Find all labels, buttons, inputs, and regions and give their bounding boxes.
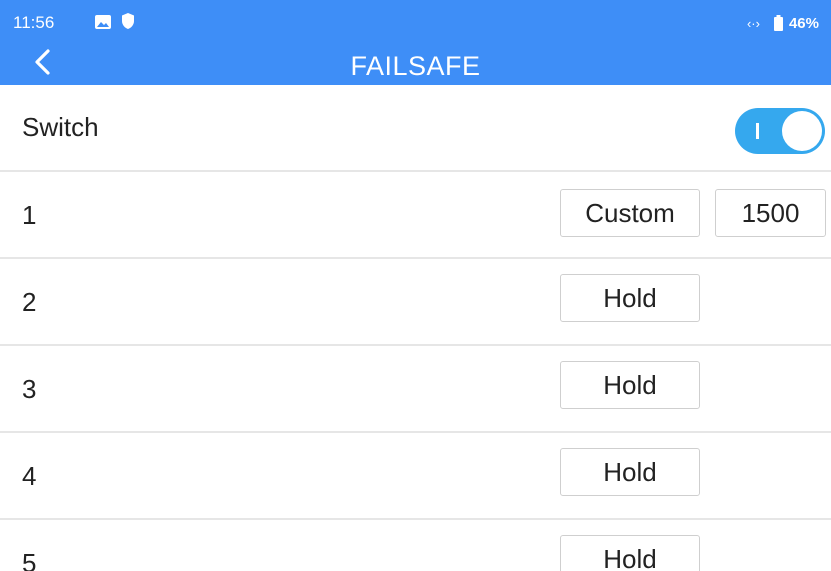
battery-percentage: 46% xyxy=(788,14,819,32)
channel-mode-button[interactable]: Hold xyxy=(560,361,700,409)
channel-row: 1 Custom 1500 xyxy=(0,172,831,259)
channel-mode-button[interactable]: Custom xyxy=(560,189,700,237)
channel-value-field[interactable]: 1500 xyxy=(715,189,826,237)
channel-label: 1 xyxy=(22,200,37,230)
channel-row: 5 Hold xyxy=(0,520,831,571)
status-time: 11:56 xyxy=(13,13,55,32)
channel-mode-button[interactable]: Hold xyxy=(560,535,700,571)
channel-mode-button[interactable]: Hold xyxy=(560,274,700,322)
channel-mode-button[interactable]: Hold xyxy=(560,448,700,496)
toggle-knob xyxy=(782,111,822,151)
channel-label: 4 xyxy=(22,461,37,491)
top-app-bar: 11:56 ‹·› 46% FAILSAFE xyxy=(0,0,831,85)
shield-icon xyxy=(122,13,134,29)
switch-row: Switch xyxy=(0,85,831,172)
sync-icon: ‹·› xyxy=(746,15,760,31)
switch-label: Switch xyxy=(22,112,99,142)
image-icon xyxy=(95,15,111,29)
channel-label: 3 xyxy=(22,374,37,404)
channel-label: 5 xyxy=(22,548,37,571)
channel-row: 3 Hold xyxy=(0,346,831,433)
channel-row: 2 Hold xyxy=(0,259,831,346)
channel-label: 2 xyxy=(22,287,37,317)
channel-row: 4 Hold xyxy=(0,433,831,520)
battery-icon xyxy=(773,15,783,31)
toggle-on-indicator xyxy=(756,123,759,139)
page-title: FAILSAFE xyxy=(350,51,481,81)
failsafe-toggle[interactable] xyxy=(735,108,825,154)
status-right-group: ‹·› 46% xyxy=(747,12,819,34)
